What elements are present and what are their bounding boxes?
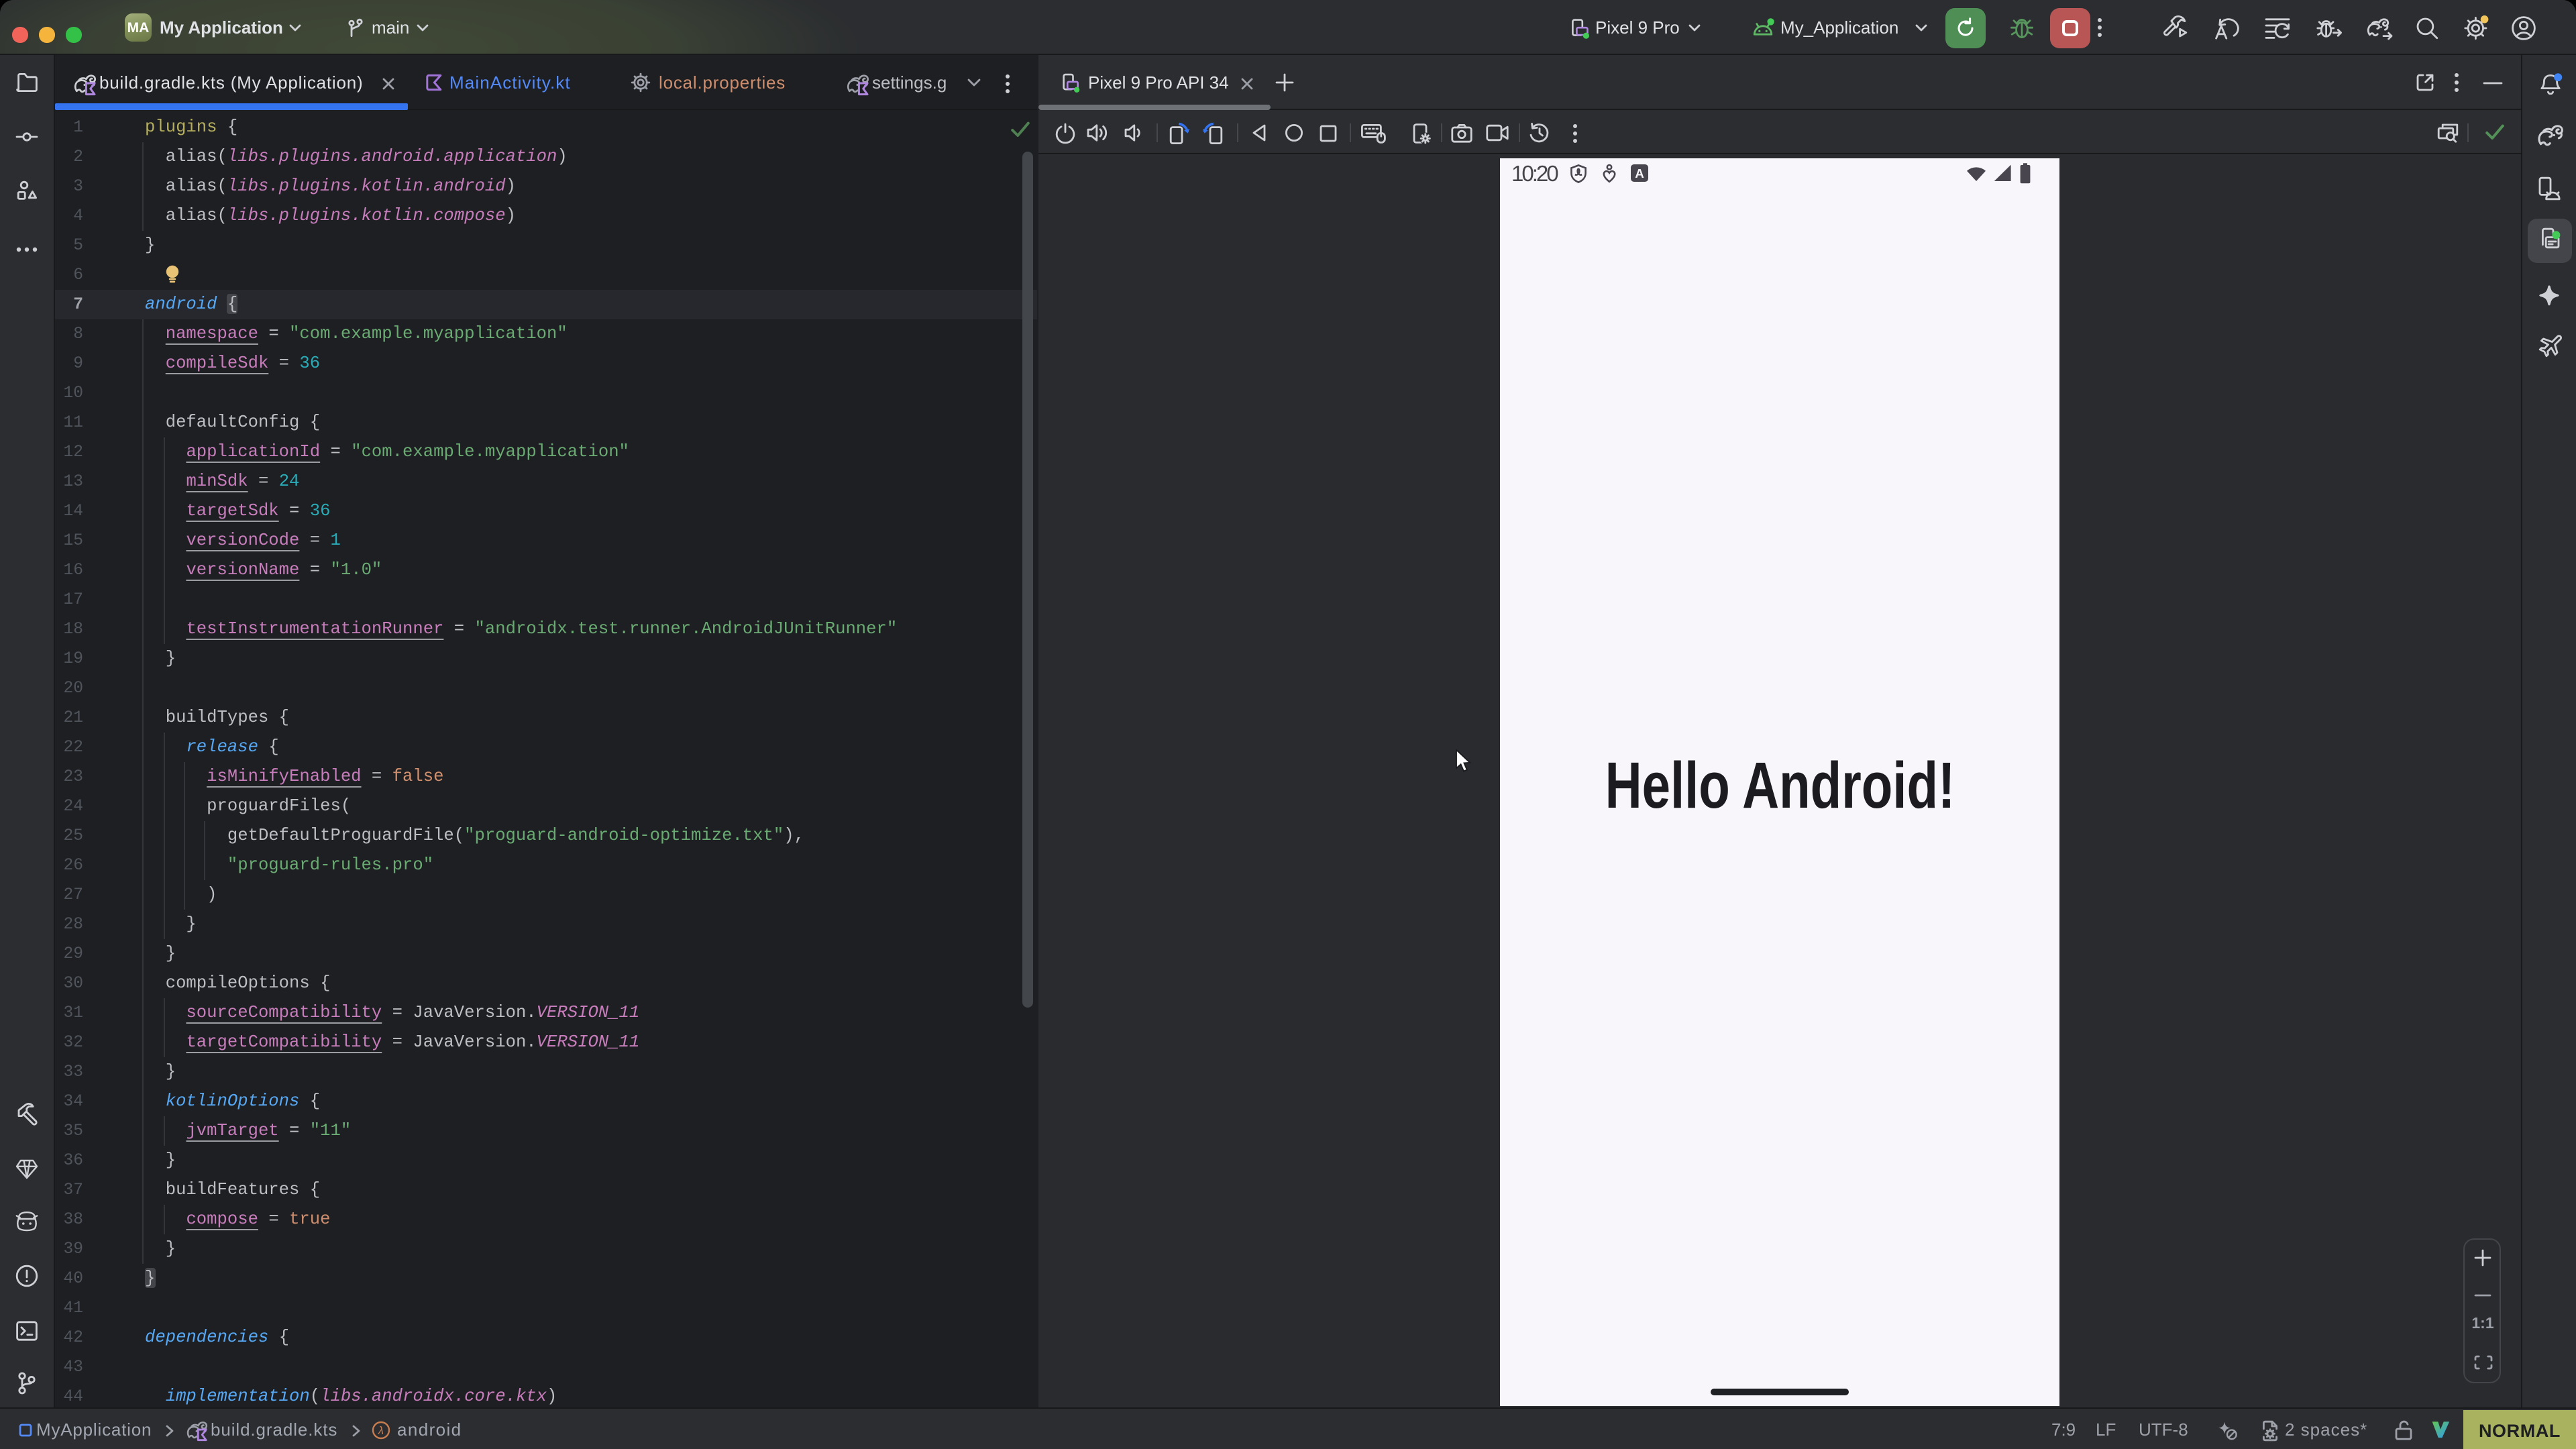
svg-text:A: A bbox=[1634, 166, 1644, 180]
svg-text:λ: λ bbox=[378, 1425, 384, 1438]
